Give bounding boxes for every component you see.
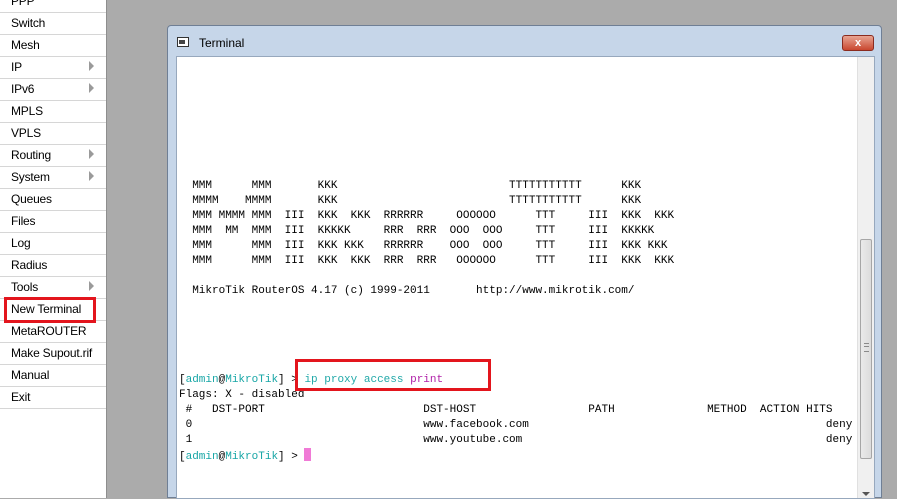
menu-item-ppp[interactable]: PPP: [0, 0, 106, 13]
banner-line: MMM MMM KKK TTTTTTTTTTT KKK: [179, 180, 642, 192]
banner-line: MMM MMMM MMM III KKK KKK RRRRRR OOOOOO T…: [179, 210, 675, 222]
submenu-arrow-icon: [89, 149, 94, 159]
table-row: 1 www.youtube.com deny 0: [179, 434, 875, 446]
submenu-arrow-icon: [89, 61, 94, 71]
menu-item-routing[interactable]: Routing: [0, 145, 106, 167]
prompt-host: MikroTik: [225, 451, 279, 463]
menu-item-tools[interactable]: Tools: [0, 277, 106, 299]
menu-item-queues[interactable]: Queues: [0, 189, 106, 211]
terminal-window-icon: [177, 37, 189, 47]
input-line[interactable]: [admin@MikroTik] >: [179, 448, 312, 464]
submenu-arrow-icon: [89, 171, 94, 181]
menu-item-label: IPv6: [11, 82, 35, 96]
menu-item-mesh[interactable]: Mesh: [0, 35, 106, 57]
menu-item-label: Switch: [11, 16, 46, 30]
menu-item-label: MPLS: [11, 104, 43, 118]
command-highlight-box: [295, 359, 491, 391]
menu-item-exit[interactable]: Exit: [0, 387, 106, 409]
terminal-output[interactable]: MMM MMM KKK TTTTTTTTTTT KKK MMMM MMMM KK…: [176, 56, 875, 499]
menu-item-label: Log: [11, 236, 31, 250]
menu-item-vpls[interactable]: VPLS: [0, 123, 106, 145]
menu-item-mpls[interactable]: MPLS: [0, 101, 106, 123]
menu-item-label: VPLS: [11, 126, 41, 140]
prompt-bracket: [: [179, 451, 186, 463]
terminal-window[interactable]: Terminal x MMM MMM KKK TTTTTTTTTTT KKK M…: [167, 25, 882, 499]
text-cursor: [304, 448, 312, 461]
scroll-down-arrow-icon[interactable]: [862, 492, 870, 496]
flags-line: Flags: X - disabled: [179, 389, 305, 401]
menu-item-label: Radius: [11, 258, 48, 272]
menu-item-label: Exit: [11, 390, 31, 404]
banner-line: MMM MM MMM III KKKKK RRR RRR OOO OOO TTT…: [179, 225, 655, 237]
menu-item-log[interactable]: Log: [0, 233, 106, 255]
prompt-host: MikroTik: [225, 374, 279, 386]
banner-line: MMM MMM III KKK KKK RRRRRR OOO OOO TTT I…: [179, 240, 668, 252]
menu-item-files[interactable]: Files: [0, 211, 106, 233]
table-row: 0 www.facebook.com deny 0: [179, 419, 875, 431]
scrollbar-thumb[interactable]: [860, 239, 872, 459]
menu-item-label: MetaROUTER: [11, 324, 87, 338]
menu-item-manual[interactable]: Manual: [0, 365, 106, 387]
submenu-arrow-icon: [89, 83, 94, 93]
prompt-bracket: [: [179, 374, 186, 386]
menu-item-ip[interactable]: IP: [0, 57, 106, 79]
menu-item-make-supout[interactable]: Make Supout.rif: [0, 343, 106, 365]
banner-line: MMM MMM III KKK KKK RRR RRR OOOOOO TTT I…: [179, 255, 675, 267]
menu-item-label: PPP: [11, 0, 35, 8]
menu-item-metarouter[interactable]: MetaROUTER: [0, 321, 106, 343]
banner-line: MMMM MMMM KKK TTTTTTTTTTT KKK: [179, 195, 642, 207]
menu-item-label: Manual: [11, 368, 50, 382]
main-menu-sidebar: PPP Switch Mesh IP IPv6 MPLS VPLS Routin…: [0, 0, 107, 498]
menu-item-label: Tools: [11, 280, 39, 294]
menu-item-label: Mesh: [11, 38, 40, 52]
menu-item-system[interactable]: System: [0, 167, 106, 189]
new-terminal-highlight-box: [4, 297, 96, 323]
menu-item-label: Files: [11, 214, 36, 228]
menu-item-ipv6[interactable]: IPv6: [0, 79, 106, 101]
menu-item-label: Queues: [11, 192, 52, 206]
close-icon: x: [854, 37, 862, 49]
submenu-arrow-icon: [89, 281, 94, 291]
vertical-scrollbar[interactable]: [857, 57, 874, 498]
prompt-user: admin: [185, 374, 219, 386]
menu-item-label: Make Supout.rif: [11, 346, 93, 360]
version-line: MikroTik RouterOS 4.17 (c) 1999-2011 htt…: [179, 285, 635, 297]
menu-item-label: Routing: [11, 148, 51, 162]
prompt-suffix: ] >: [278, 451, 305, 463]
prompt-user: admin: [185, 451, 219, 463]
grip-icon: [864, 343, 869, 352]
menu-item-label: System: [11, 170, 50, 184]
menu-item-switch[interactable]: Switch: [0, 13, 106, 35]
menu-item-label: IP: [11, 60, 22, 74]
menu-item-radius[interactable]: Radius: [0, 255, 106, 277]
table-header: # DST-PORT DST-HOST PATH METHOD ACTION H…: [179, 404, 833, 416]
window-title: Terminal: [199, 36, 245, 50]
close-button[interactable]: x: [842, 35, 874, 51]
